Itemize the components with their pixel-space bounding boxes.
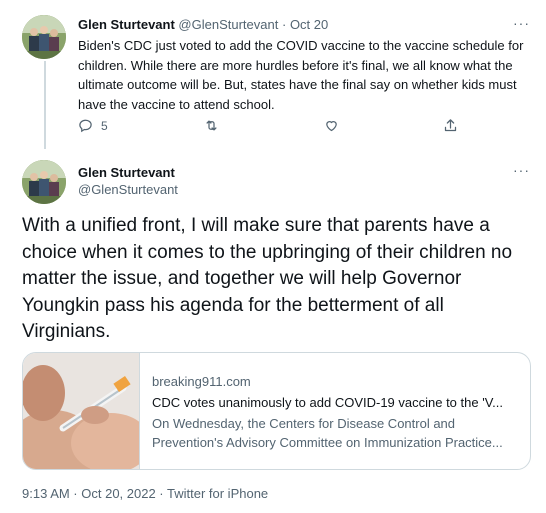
- reply-button[interactable]: 5: [78, 118, 108, 133]
- share-icon: [444, 119, 457, 132]
- tweet-text: With a unified front, I will make sure t…: [22, 215, 513, 342]
- card-thumbnail: [23, 353, 140, 469]
- avatar[interactable]: [22, 160, 66, 204]
- tweet-actions: 5: [78, 118, 468, 138]
- author-handle[interactable]: @GlenSturtevant: [178, 17, 278, 32]
- like-button[interactable]: [324, 118, 339, 133]
- thread-connector-line: [44, 61, 46, 149]
- heart-icon: [326, 121, 337, 132]
- link-preview-card[interactable]: breaking911.com CDC votes unanimously to…: [22, 352, 531, 470]
- tweet-header: Glen Sturtevant @GlenSturtevant · Oct 20: [78, 16, 328, 33]
- more-options-button[interactable]: ···: [513, 16, 530, 30]
- tweet-timestamp[interactable]: 9:13 AM · Oct 20, 2022 · Twitter for iPh…: [22, 485, 268, 502]
- retweet-icon: [206, 120, 217, 131]
- tweet-text: Biden's CDC just voted to add the COVID …: [78, 38, 524, 112]
- card-domain: breaking911.com: [152, 374, 251, 389]
- reply-icon: [79, 119, 92, 133]
- share-button[interactable]: [443, 118, 458, 133]
- parent-tweet[interactable]: Glen Sturtevant @GlenSturtevant · Oct 20…: [0, 0, 546, 152]
- more-options-button[interactable]: ···: [513, 163, 530, 177]
- reply-count: 5: [101, 118, 108, 133]
- author-name[interactable]: Glen Sturtevant: [78, 164, 175, 181]
- author-handle[interactable]: @GlenSturtevant: [78, 181, 178, 198]
- tweet-date[interactable]: Oct 20: [290, 17, 328, 32]
- avatar[interactable]: [22, 15, 66, 59]
- separator: ·: [281, 17, 287, 32]
- card-description: On Wednesday, the Centers for Disease Co…: [152, 416, 503, 450]
- card-title: CDC votes unanimously to add COVID-19 va…: [152, 395, 504, 410]
- retweet-button[interactable]: [204, 118, 219, 133]
- author-name[interactable]: Glen Sturtevant: [78, 17, 175, 32]
